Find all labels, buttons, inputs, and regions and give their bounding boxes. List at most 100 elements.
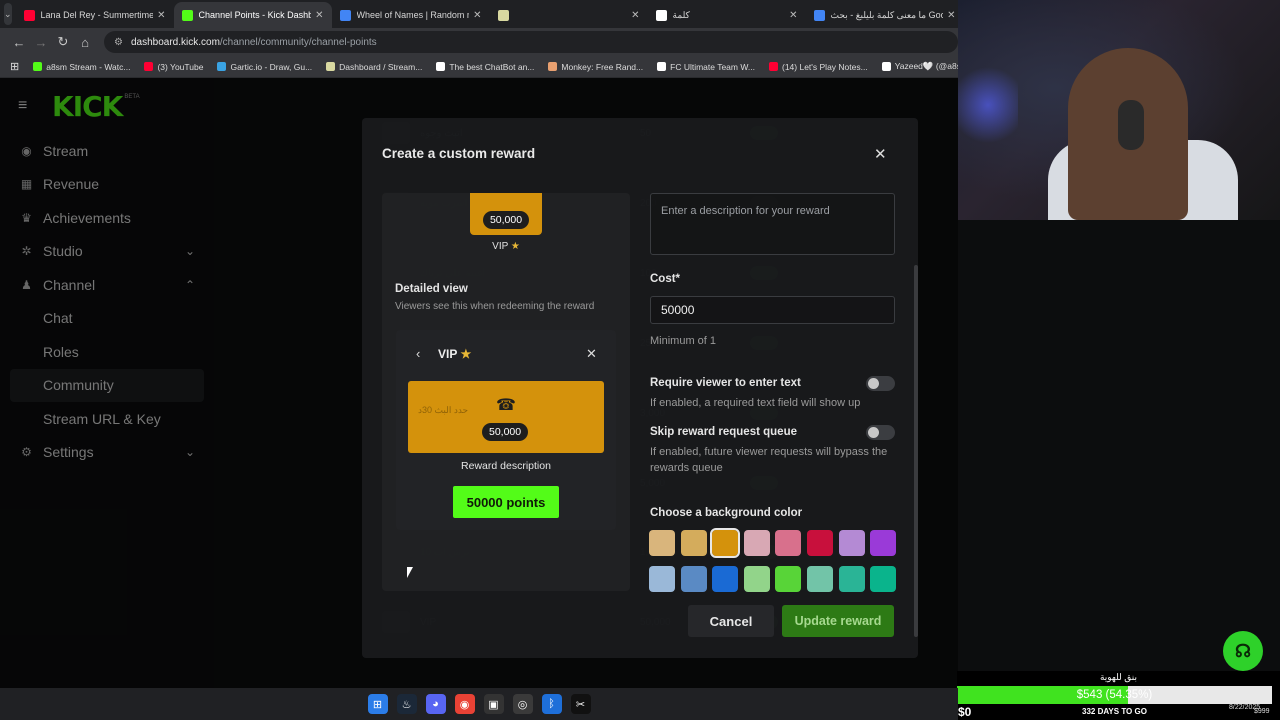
modal-scrollbar[interactable] (914, 265, 918, 637)
app-icon[interactable]: ▣ (483, 694, 504, 714)
bookmark-favicon-icon (657, 62, 667, 71)
bookmark-item[interactable]: Dashboard / Stream... (326, 61, 422, 72)
bookmark-item[interactable]: Gartic.io - Draw, Gu... (217, 61, 312, 72)
capcut-icon[interactable]: ✂ (570, 694, 591, 714)
url-input[interactable]: ⚙ dashboard.kick.com/channel/community/c… (104, 31, 958, 53)
tab-favicon-icon (339, 9, 351, 21)
tab-favicon-icon (181, 9, 193, 21)
browser-tab[interactable]: ✕ (490, 2, 648, 28)
color-swatch[interactable] (775, 566, 802, 592)
card-ghost-text: حدد البث 30د (418, 405, 469, 415)
color-swatch[interactable] (807, 530, 833, 556)
bookmark-favicon-icon (217, 62, 227, 71)
color-swatch[interactable] (838, 566, 865, 592)
color-swatch[interactable] (649, 530, 675, 556)
bookmark-label: FC Ultimate Team W... (670, 61, 755, 72)
close-tab-icon[interactable]: ✕ (789, 10, 797, 21)
back-icon[interactable]: ← (8, 35, 30, 50)
color-swatch[interactable] (680, 566, 707, 592)
description-textarea[interactable]: Enter a description for your reward (650, 193, 895, 255)
cancel-button[interactable]: Cancel (688, 605, 774, 637)
support-chat-icon[interactable]: ☊ (1223, 631, 1263, 671)
tab-favicon-icon (655, 9, 667, 21)
detail-card-title: VIP ★ (438, 347, 471, 361)
mini-cost-pill: 50,000 (482, 211, 530, 229)
color-swatch[interactable] (680, 530, 707, 556)
cost-input[interactable]: 50000 (650, 296, 895, 324)
close-tab-icon[interactable]: ✕ (947, 10, 955, 21)
tab-label: Lana Del Rey - Summertime Sa (40, 10, 154, 20)
bookmark-item[interactable]: FC Ultimate Team W... (657, 61, 755, 72)
chevron-left-icon[interactable]: ‹ (416, 346, 420, 361)
chrome-icon[interactable]: ◉ (454, 694, 475, 714)
reward-description: Reward description (461, 460, 551, 472)
card-cost-pill: 50,000 (482, 423, 529, 441)
tab-favicon-icon (813, 9, 825, 21)
color-swatch[interactable] (743, 566, 770, 592)
mouse-cursor (407, 567, 413, 578)
redeem-points-button[interactable]: 50000 points (453, 486, 559, 518)
reload-icon[interactable]: ↻ (52, 34, 74, 50)
cost-label: Cost* (650, 273, 681, 285)
color-swatch[interactable] (775, 530, 802, 556)
browser-tab[interactable]: Channel Points - Kick Dashboa ✕ (173, 2, 332, 28)
close-tab-icon[interactable]: ✕ (631, 10, 639, 21)
close-tab-icon[interactable]: ✕ (157, 10, 165, 21)
color-swatch[interactable] (743, 530, 770, 556)
skip-queue-toggle[interactable] (866, 425, 895, 440)
detailed-view-subtitle: Viewers see this when redeeming the rewa… (395, 301, 595, 312)
close-icon[interactable]: ✕ (874, 145, 887, 163)
obs-icon[interactable]: ◎ (512, 694, 533, 714)
site-info-icon[interactable]: ⚙ (114, 37, 123, 48)
bookmark-item[interactable]: (3) YouTube (144, 61, 203, 72)
bookmark-favicon-icon (768, 62, 778, 71)
tab-label: Channel Points - Kick Dashboa (198, 10, 312, 20)
update-reward-button[interactable]: Update reward (782, 605, 894, 637)
browser-tab[interactable]: كلمة ✕ (648, 2, 806, 28)
tab-favicon-icon (23, 9, 35, 21)
skip-queue-help: If enabled, future viewer requests will … (650, 446, 888, 474)
tab-search-button[interactable]: ⌄ (4, 3, 12, 25)
star-icon: ★ (460, 347, 472, 361)
bookmark-item[interactable]: Monkey: Free Rand... (548, 61, 643, 72)
donation-progress-bar: $543 (54.35%) (957, 686, 1272, 704)
color-swatch[interactable] (838, 530, 865, 556)
color-swatch[interactable] (712, 566, 739, 592)
webcam-light (958, 60, 1018, 150)
mini-reward-name: VIP ★ (382, 241, 630, 252)
tab-favicon-icon (497, 9, 509, 21)
bluetooth-icon[interactable]: ᛒ (541, 694, 562, 714)
bookmarks-bar: ⊞ a8sm Stream - Watc... (3) YouTube Gartic… (0, 56, 1020, 78)
require-text-toggle[interactable] (866, 376, 895, 391)
close-tab-icon[interactable]: ✕ (315, 10, 323, 21)
forward-icon[interactable]: → (30, 35, 52, 50)
home-icon[interactable]: ⌂ (74, 35, 96, 50)
bookmark-favicon-icon (881, 62, 891, 71)
modal-title: Create a custom reward (382, 146, 536, 161)
discord-icon[interactable]: ◕ (425, 694, 446, 714)
bookmark-favicon-icon (144, 62, 154, 71)
close-tab-icon[interactable]: ✕ (473, 10, 481, 21)
color-swatch[interactable] (807, 566, 833, 592)
color-swatch[interactable] (649, 566, 675, 592)
headset-icon (1118, 100, 1144, 150)
url-path: /channel/community/channel-points (219, 36, 377, 48)
browser-tab[interactable]: ما معنى كلمة بليلبغ - بحث Google✕ (806, 2, 964, 28)
color-swatch[interactable] (870, 530, 897, 556)
bookmark-label: Dashboard / Stream... (339, 61, 423, 72)
windows-start-icon[interactable]: ⊞ (367, 694, 388, 714)
bookmark-item[interactable]: (14) Let's Play Notes... (768, 61, 868, 72)
color-swatch[interactable] (710, 528, 741, 558)
close-icon[interactable]: ✕ (586, 346, 597, 362)
browser-tab[interactable]: Lana Del Rey - Summertime Sa✕ (16, 2, 174, 28)
apps-icon[interactable]: ⊞ (10, 60, 19, 73)
bookmark-item[interactable]: The best ChatBot an... (436, 61, 534, 72)
bookmark-favicon-icon (326, 62, 336, 71)
donation-goal: بنق للهوية $543 (54.35%) $0 332 DAYS TO … (957, 671, 1280, 720)
bookmark-item[interactable]: a8sm Stream - Watc... (33, 61, 130, 72)
tab-label: ما معنى كلمة بليلبغ - بحث Google (830, 9, 944, 20)
browser-tab[interactable]: Wheel of Names | Random nam✕ (332, 2, 490, 28)
color-swatch[interactable] (870, 566, 897, 592)
steam-icon[interactable]: ♨ (396, 694, 417, 714)
cost-help: Minimum of 1 (650, 335, 717, 347)
